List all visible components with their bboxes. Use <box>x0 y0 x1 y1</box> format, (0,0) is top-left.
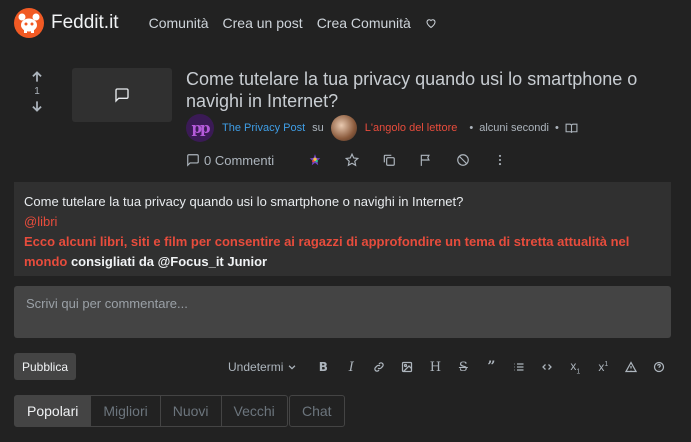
mention-link[interactable]: @libri <box>24 212 661 232</box>
community-avatar[interactable] <box>330 115 357 141</box>
language-value: Undetermi <box>228 360 284 374</box>
tab-popular[interactable]: Popolari <box>14 395 92 427</box>
post-actions: 0 Commenti <box>186 150 530 170</box>
upvote-arrow-icon[interactable] <box>30 70 44 84</box>
brand-name[interactable]: Feddit.it <box>51 12 119 34</box>
navbar: Feddit.it Comunità Crea un post Crea Com… <box>0 0 691 46</box>
copy-icon[interactable] <box>382 153 396 167</box>
language-select[interactable]: Undetermi <box>228 360 297 374</box>
superscript-icon[interactable]: x1 <box>589 360 617 374</box>
star-icon[interactable] <box>345 153 360 167</box>
more-vertical-icon[interactable] <box>493 153 507 167</box>
link-icon[interactable] <box>365 361 393 373</box>
subscript-icon[interactable]: x1 <box>561 359 589 375</box>
book-open-icon[interactable] <box>565 122 578 135</box>
nav-link-create-post[interactable]: Crea un post <box>223 15 303 31</box>
quote-icon[interactable]: ” <box>477 359 505 375</box>
separator-dot: • <box>554 122 559 134</box>
crosspost-colorful-icon[interactable] <box>308 153 322 167</box>
image-icon[interactable] <box>393 361 421 373</box>
separator-dot: • <box>469 122 474 134</box>
header-icon[interactable]: H <box>421 360 449 375</box>
post-meta: pp The Privacy Post su L'angolo del lett… <box>186 114 578 142</box>
post-time: alcuni secondi <box>479 122 549 134</box>
flag-icon[interactable] <box>419 153 433 167</box>
author-link[interactable]: The Privacy Post <box>222 122 305 134</box>
bold-icon[interactable]: B <box>309 360 337 374</box>
tab-old[interactable]: Vecchi <box>220 395 288 427</box>
feddit-logo-icon[interactable] <box>14 8 44 38</box>
donate-heart-icon[interactable] <box>425 17 437 29</box>
tab-new[interactable]: Nuovi <box>159 395 222 427</box>
italic-icon[interactable]: I <box>337 360 365 375</box>
community-link[interactable]: L'angolo del lettore <box>365 122 458 134</box>
list-icon[interactable] <box>505 361 533 373</box>
post-body: Come tutelare la tua privacy quando usi … <box>14 182 671 276</box>
comments-link[interactable]: 0 Commenti <box>186 153 274 168</box>
meta-on-text: su <box>312 122 324 134</box>
comment-icon <box>187 154 199 167</box>
post-thumbnail[interactable] <box>72 68 172 122</box>
help-icon[interactable] <box>645 361 673 373</box>
comments-count: 0 Commenti <box>204 152 275 168</box>
post-score: 1 <box>34 86 40 97</box>
publish-button[interactable]: Pubblica <box>14 353 76 380</box>
downvote-arrow-icon[interactable] <box>30 99 44 113</box>
post-title[interactable]: Come tutelare la tua privacy quando usi … <box>186 68 656 112</box>
block-icon[interactable] <box>456 153 470 167</box>
strikethrough-icon[interactable]: S <box>449 360 477 375</box>
vote-column: 1 <box>28 70 46 113</box>
body-paragraph: Ecco alcuni libri, siti e film per conse… <box>24 232 661 272</box>
body-line: Come tutelare la tua privacy quando usi … <box>24 194 464 209</box>
comment-textarea[interactable] <box>14 286 671 338</box>
nav-link-communities[interactable]: Comunità <box>149 15 209 31</box>
editor-toolbar: Undetermi B I H S ” x1 x1 <box>228 357 673 377</box>
nav-link-create-community[interactable]: Crea Comunità <box>317 15 411 31</box>
spoiler-warning-icon[interactable] <box>617 361 645 373</box>
message-square-icon <box>115 88 129 103</box>
comment-sort-tabs: Popolari Migliori Nuovi Vecchi <box>14 395 288 427</box>
tab-top[interactable]: Migliori <box>90 395 161 427</box>
author-avatar[interactable]: pp <box>186 114 214 142</box>
chat-button[interactable]: Chat <box>289 395 345 427</box>
chevron-down-icon <box>289 365 296 370</box>
code-icon[interactable] <box>533 361 561 373</box>
body-suffix: consigliati da @Focus_it Junior <box>67 254 268 269</box>
